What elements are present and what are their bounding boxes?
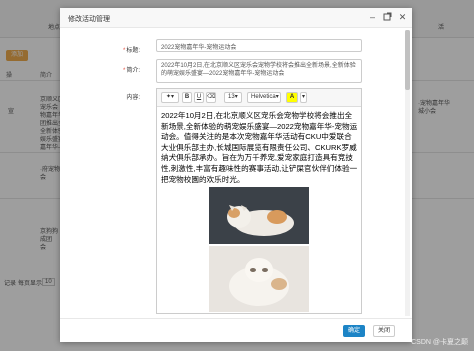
modal-title: 修改活动管理 bbox=[68, 16, 110, 23]
minimize-icon[interactable]: – bbox=[367, 12, 378, 23]
edit-activity-modal: 修改活动管理 – ✕ *标题: 2022宠物嘉年华-宠物运动会 *简介: 202… bbox=[60, 8, 412, 342]
intro-textarea[interactable]: 2022年10月2日,在北京顺义区宠乐会宠物学校将会推出全新场景,全新体验的萌宠… bbox=[156, 59, 362, 83]
modal-footer: 确定 关闭 bbox=[60, 318, 412, 342]
rich-text-editor[interactable]: ✦▾ B U ⌫ 13▾ Helvetica▾ A ▾ 2022年10月2日,在… bbox=[156, 88, 362, 314]
font-size-value: 13 bbox=[228, 94, 235, 100]
editor-toolbar: ✦▾ B U ⌫ 13▾ Helvetica▾ A ▾ bbox=[157, 89, 361, 107]
font-size-select[interactable]: 13▾ bbox=[224, 92, 242, 103]
font-family-value: Helvetica bbox=[251, 94, 276, 100]
close-button[interactable]: 关闭 bbox=[373, 325, 395, 337]
content-label: 内容: bbox=[126, 95, 140, 101]
cat-image-2 bbox=[209, 246, 309, 312]
eraser-icon[interactable]: ⌫ bbox=[206, 92, 216, 103]
text-color-button[interactable]: A bbox=[286, 92, 298, 103]
chevron-down-icon[interactable]: ▾ bbox=[300, 92, 307, 103]
modal-scrollbar-thumb[interactable] bbox=[405, 30, 410, 90]
confirm-button[interactable]: 确定 bbox=[343, 325, 365, 337]
title-label: *标题: bbox=[122, 48, 140, 54]
modal-header: 修改活动管理 – ✕ bbox=[60, 8, 412, 28]
magic-wand-icon[interactable]: ✦▾ bbox=[161, 92, 179, 103]
font-family-select[interactable]: Helvetica▾ bbox=[247, 92, 281, 103]
title-input[interactable]: 2022宠物嘉年华-宠物运动会 bbox=[156, 39, 362, 52]
csdn-watermark: CSDN @卡夏之颠 bbox=[411, 339, 468, 346]
bold-button[interactable]: B bbox=[182, 92, 192, 103]
intro-label: *简介: bbox=[122, 68, 140, 74]
close-icon[interactable]: ✕ bbox=[397, 12, 408, 23]
maximize-icon[interactable] bbox=[382, 12, 393, 23]
underline-button[interactable]: U bbox=[194, 92, 204, 103]
editor-content-text[interactable]: 2022年10月2日,在北京顺义区宠乐会宠物学校将会推出全新场景,全新体验的萌宠… bbox=[161, 111, 359, 185]
modal-scrollbar[interactable] bbox=[405, 30, 410, 316]
cat-image-1 bbox=[209, 187, 309, 244]
